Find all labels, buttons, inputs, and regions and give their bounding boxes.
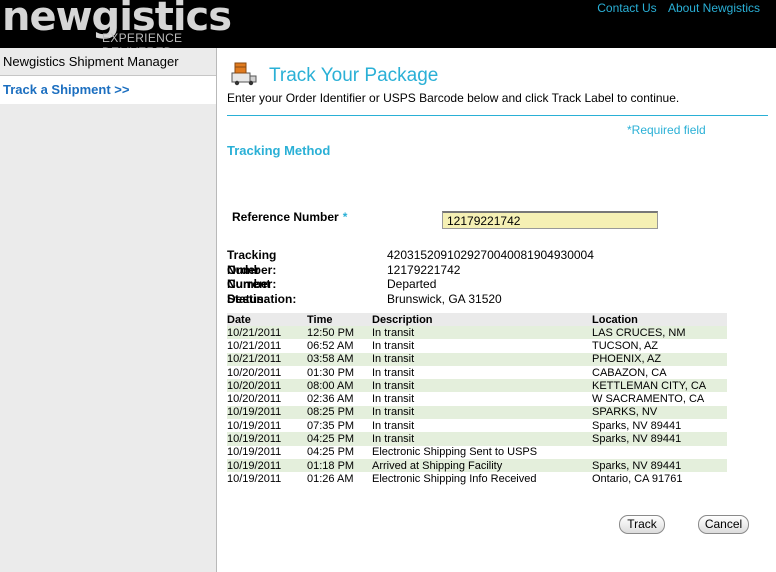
cell-date: 10/19/2011 (227, 445, 307, 459)
column-header-location: Location (592, 313, 727, 326)
table-row: 10/21/2011 03:58 AM In transit PHOENIX, AZ (227, 352, 727, 366)
instructions-text: Enter your Order Identifier or USPS Barc… (227, 91, 680, 105)
cell-date: 10/20/2011 (227, 392, 307, 406)
cell-date: 10/19/2011 (227, 472, 307, 486)
table-row: 10/19/2011 01:26 AM Electronic Shipping In… (227, 472, 727, 486)
sidebar-title: Newgistics Shipment Manager (0, 48, 216, 76)
cell-time: 08:25 PM (307, 405, 372, 420)
table-row: 10/19/2011 01:18 PM Arrived at Shipping Fa… (227, 458, 727, 473)
cell-date: 10/19/2011 (227, 405, 307, 420)
required-field-note: *Required field (627, 123, 706, 137)
summary-value: 12179221742 (387, 262, 461, 277)
table-row: 10/19/2011 04:25 PM In transit Sparks, NV 8… (227, 432, 727, 446)
summary-value: Departed (387, 277, 437, 291)
cell-description: In transit (372, 365, 592, 380)
cell-time: 01:26 AM (307, 472, 372, 486)
events-body: 10/21/2011 12:50 PM In transit LAS CRUCES, … (227, 326, 727, 486)
table-row: 10/20/2011 02:36 AM In transit W SACRAMENTO… (227, 392, 727, 406)
cell-date: 10/19/2011 (227, 458, 307, 473)
reference-number-label-text: Reference Number (232, 210, 339, 224)
cell-time: 04:25 PM (307, 432, 372, 446)
cell-description: In transit (372, 326, 592, 340)
reference-number-label: Reference Number * (232, 210, 347, 224)
table-row: 10/19/2011 08:25 PM In transit SPARKS, NV (227, 405, 727, 420)
cell-location: CABAZON, CA (592, 365, 727, 380)
cell-description: In transit (372, 379, 592, 393)
table-row: 10/20/2011 08:00 AM In transit KETTLEMAN CI… (227, 379, 727, 393)
cell-location: Sparks, NV 89441 (592, 458, 727, 473)
summary-label: Destination: (227, 291, 297, 306)
cell-time: 01:18 PM (307, 458, 372, 473)
cell-description: Arrived at Shipping Facility (372, 458, 592, 473)
summary-value: 4203152091029270040081904930004 (387, 248, 594, 262)
package-truck-icon (231, 62, 257, 86)
cell-location: PHOENIX, AZ (592, 352, 727, 366)
track-shipment-link[interactable]: Track a Shipment >> (0, 76, 216, 104)
required-star: * (342, 210, 348, 224)
cell-location: LAS CRUCES, NM (592, 326, 727, 340)
title-divider (227, 115, 768, 116)
column-header-date: Date (227, 313, 307, 326)
cell-description: In transit (372, 392, 592, 406)
header-bar: newgistics EXPERIENCE DELIVERED Contact … (0, 0, 776, 59)
about-newgistics-link[interactable]: About Newgistics (668, 1, 760, 15)
table-row: 10/20/2011 01:30 PM In transit CABAZON, CA (227, 365, 727, 380)
main-content: Track Your Package Enter your Order Iden… (217, 48, 776, 572)
track-button[interactable]: Track (619, 515, 665, 534)
tracking-method-heading: Tracking Method (227, 143, 331, 158)
cell-location: Sparks, NV 89441 (592, 419, 727, 433)
sidebar: Newgistics Shipment Manager Track a Ship… (0, 48, 217, 572)
cell-date: 10/20/2011 (227, 379, 307, 393)
cell-location (592, 445, 727, 459)
table-row: 10/21/2011 12:50 PM In transit LAS CRUCES, … (227, 326, 727, 340)
cell-location: Ontario, CA 91761 (592, 472, 727, 486)
tracking-events-table: Date Time Description Location 10/21/201… (227, 313, 727, 486)
cell-location: SPARKS, NV (592, 405, 727, 420)
cell-date: 10/20/2011 (227, 365, 307, 380)
cell-description: In transit (372, 432, 592, 446)
table-header-row: Date Time Description Location (227, 313, 727, 326)
cell-location: W SACRAMENTO, CA (592, 392, 727, 406)
table-row: 10/19/2011 07:35 PM In transit Sparks, NV 8… (227, 419, 727, 433)
summary-value: Brunswick, GA 31520 (387, 291, 502, 306)
cell-time: 01:30 PM (307, 365, 372, 380)
cell-time: 06:52 AM (307, 339, 372, 353)
cell-description: In transit (372, 405, 592, 420)
cell-time: 07:35 PM (307, 419, 372, 433)
top-links: Contact Us About Newgistics (589, 1, 760, 15)
page-title: Track Your Package (269, 65, 439, 86)
cell-date: 10/19/2011 (227, 419, 307, 433)
reference-number-input[interactable] (442, 211, 658, 229)
cell-description: Electronic Shipping Sent to USPS (372, 445, 592, 459)
cell-time: 08:00 AM (307, 379, 372, 393)
cell-date: 10/21/2011 (227, 339, 307, 353)
contact-us-link[interactable]: Contact Us (597, 1, 656, 15)
cell-description: In transit (372, 352, 592, 366)
table-row: 10/21/2011 06:52 AM In transit TUCSON, AZ (227, 339, 727, 353)
cell-location: KETTLEMAN CITY, CA (592, 379, 727, 393)
cell-time: 04:25 PM (307, 445, 372, 459)
cell-date: 10/19/2011 (227, 432, 307, 446)
cell-description: In transit (372, 419, 592, 433)
cell-date: 10/21/2011 (227, 326, 307, 340)
cell-description: In transit (372, 339, 592, 353)
column-header-description: Description (372, 313, 592, 326)
table-row: 10/19/2011 04:25 PM Electronic Shipping Se… (227, 445, 727, 459)
column-header-time: Time (307, 313, 372, 326)
cell-time: 12:50 PM (307, 326, 372, 340)
cell-location: Sparks, NV 89441 (592, 432, 727, 446)
cell-description: Electronic Shipping Info Received (372, 472, 592, 486)
cancel-button[interactable]: Cancel (698, 515, 749, 534)
cell-date: 10/21/2011 (227, 352, 307, 366)
cell-time: 03:58 AM (307, 352, 372, 366)
cell-time: 02:36 AM (307, 392, 372, 406)
cell-location: TUCSON, AZ (592, 339, 727, 353)
